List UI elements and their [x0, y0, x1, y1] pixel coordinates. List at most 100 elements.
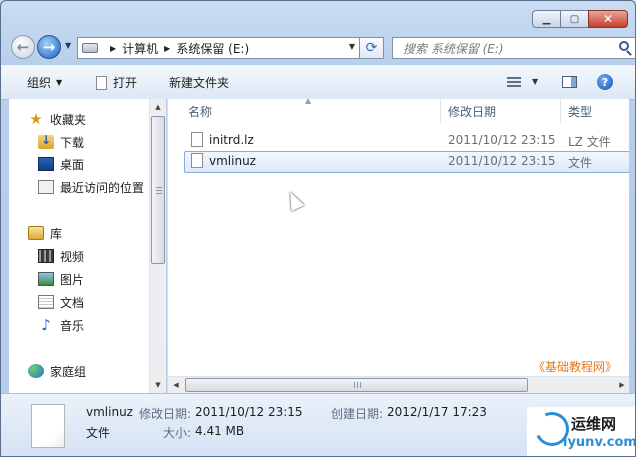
nav-item-desktop[interactable]: 桌面 — [38, 154, 84, 174]
nav-label: 最近访问的位置 — [60, 180, 145, 195]
help-icon[interactable]: ? — [597, 74, 613, 90]
picture-icon — [38, 272, 54, 286]
video-icon — [38, 249, 54, 263]
minimize-button[interactable]: ▁ — [532, 10, 560, 28]
nav-label: 文档 — [60, 295, 85, 310]
address-bar[interactable]: ▶ 计算机 ▶ 系统保留 (E:) ▼ — [77, 37, 360, 59]
search-icon[interactable] — [619, 41, 629, 51]
organize-button[interactable]: 组织 ▼ — [27, 74, 62, 91]
file-date: 2011/10/12 23:15 — [448, 133, 556, 147]
nav-label: 桌面 — [60, 157, 85, 172]
file-thumbnail-icon — [31, 404, 65, 448]
chevron-down-icon: ▼ — [65, 41, 72, 50]
search-placeholder: 搜索 系统保留 (E:) — [403, 41, 504, 56]
detail-size-value: 4.41 MB — [195, 424, 245, 438]
nav-label: 图片 — [60, 272, 85, 287]
new-folder-button[interactable]: 新建文件夹 — [169, 74, 229, 91]
file-list-horizontal-scrollbar[interactable]: ◀ ▶ — [168, 376, 629, 393]
close-button[interactable]: ✕ — [588, 10, 628, 28]
scroll-right-button[interactable]: ▶ — [614, 377, 629, 393]
arrow-down-icon: ▼ — [155, 381, 161, 389]
document-icon — [96, 75, 107, 90]
column-date-modified[interactable]: 修改日期 — [440, 99, 560, 123]
detail-file-type: 文件 — [86, 426, 111, 440]
nav-label: 家庭组 — [50, 364, 87, 379]
chevron-down-icon: ▼ — [532, 77, 539, 86]
caption-buttons: ▁ ▢ ✕ — [532, 10, 628, 28]
logo-title: 运维网 — [571, 415, 617, 433]
desktop-icon — [38, 157, 54, 171]
recent-places-icon — [38, 180, 54, 194]
nav-label: 库 — [50, 226, 63, 241]
nav-item-documents[interactable]: 文档 — [38, 292, 84, 312]
arrow-right-icon: ▶ — [619, 381, 625, 389]
breadcrumb-separator[interactable]: ▶ — [164, 44, 170, 53]
column-date-label: 修改日期 — [448, 104, 497, 119]
breadcrumb-drive[interactable]: 系统保留 (E:) — [176, 40, 249, 57]
nav-item-music[interactable]: ♪ 音乐 — [38, 315, 84, 335]
breadcrumb-separator[interactable]: ▶ — [110, 44, 116, 53]
library-icon — [28, 226, 44, 240]
file-row-initrd[interactable]: initrd.lz 2011/10/12 23:15 LZ 文件 — [184, 130, 629, 152]
file-name: vmlinuz — [209, 154, 256, 168]
nav-item-favorites[interactable]: ★ 收藏夹 — [28, 109, 86, 129]
navigation-scrollbar[interactable]: ▲ ▼ — [149, 99, 166, 393]
breadcrumb-computer[interactable]: 计算机 — [122, 40, 158, 57]
column-type[interactable]: 类型 — [560, 99, 629, 123]
nav-item-downloads[interactable]: 下载 — [38, 132, 84, 152]
logo-domain: iyunv.com — [563, 435, 636, 450]
scroll-thumb[interactable] — [185, 378, 528, 392]
file-row-vmlinuz[interactable]: vmlinuz 2011/10/12 23:15 文件 — [184, 151, 629, 173]
column-header: ▲ 名称 修改日期 类型 — [168, 99, 629, 123]
preview-pane-icon[interactable] — [562, 76, 577, 88]
open-label: 打开 — [113, 76, 138, 90]
column-name[interactable]: 名称 — [180, 99, 438, 123]
nav-item-videos[interactable]: 视频 — [38, 246, 84, 266]
detail-modified-label: 修改日期: — [139, 407, 192, 421]
scroll-thumb[interactable] — [151, 116, 165, 264]
refresh-button[interactable]: ⟳ — [360, 37, 384, 59]
arrow-up-icon: ▲ — [155, 103, 161, 111]
music-icon: ♪ — [41, 316, 51, 334]
arrow-left-icon: ◀ — [173, 381, 179, 389]
site-logo: 运维网 iyunv.com — [527, 407, 636, 456]
nav-item-homegroup[interactable]: 家庭组 — [28, 361, 86, 381]
back-button[interactable]: ← — [11, 35, 35, 59]
maximize-button[interactable]: ▢ — [560, 10, 588, 28]
detail-modified-value: 2011/10/12 23:15 — [195, 405, 303, 419]
file-name: initrd.lz — [209, 133, 254, 147]
column-type-label: 类型 — [568, 104, 593, 119]
chevron-down-icon: ▼ — [56, 78, 63, 87]
file-icon — [191, 153, 203, 168]
arrow-right-icon: → — [42, 38, 56, 56]
scroll-down-button[interactable]: ▼ — [150, 377, 166, 393]
recent-pages-button[interactable]: ▼ — [65, 41, 71, 50]
drive-icon — [82, 43, 98, 53]
grip-icon — [156, 187, 162, 195]
nav-label: 视频 — [60, 249, 85, 264]
nav-item-libraries[interactable]: 库 — [28, 223, 62, 243]
view-options-icon[interactable] — [507, 77, 521, 87]
downloads-folder-icon — [38, 133, 54, 149]
forward-button[interactable]: → — [37, 35, 61, 59]
document-icon — [38, 295, 54, 309]
explorer-window: ▁ ▢ ✕ ← → ▼ ▶ 计算机 ▶ 系统保留 (E:) ▼ ⟳ 搜索 系统保… — [0, 0, 636, 457]
nav-label: 收藏夹 — [50, 112, 87, 127]
nav-label: 下载 — [60, 135, 85, 150]
file-type: LZ 文件 — [568, 135, 611, 149]
scroll-left-button[interactable]: ◀ — [168, 377, 184, 393]
detail-created-value: 2012/1/17 17:23 — [387, 405, 487, 419]
watermark-text: 《基础教程网》 — [532, 360, 617, 374]
nav-item-recent-places[interactable]: 最近访问的位置 — [38, 177, 144, 197]
open-button[interactable]: 打开 — [96, 74, 137, 91]
file-date: 2011/10/12 23:15 — [448, 154, 556, 168]
view-options-dropdown[interactable]: ▼ — [532, 77, 538, 86]
nav-label: 音乐 — [60, 318, 85, 333]
organize-label: 组织 — [27, 76, 52, 90]
nav-item-pictures[interactable]: 图片 — [38, 269, 84, 289]
address-dropdown-button[interactable]: ▼ — [349, 42, 355, 51]
search-input[interactable]: 搜索 系统保留 (E:) — [392, 37, 635, 59]
file-list: ▲ 名称 修改日期 类型 initrd.lz 2011/10/12 23:15 … — [167, 99, 629, 393]
file-type: 文件 — [568, 156, 593, 170]
scroll-up-button[interactable]: ▲ — [150, 99, 166, 115]
